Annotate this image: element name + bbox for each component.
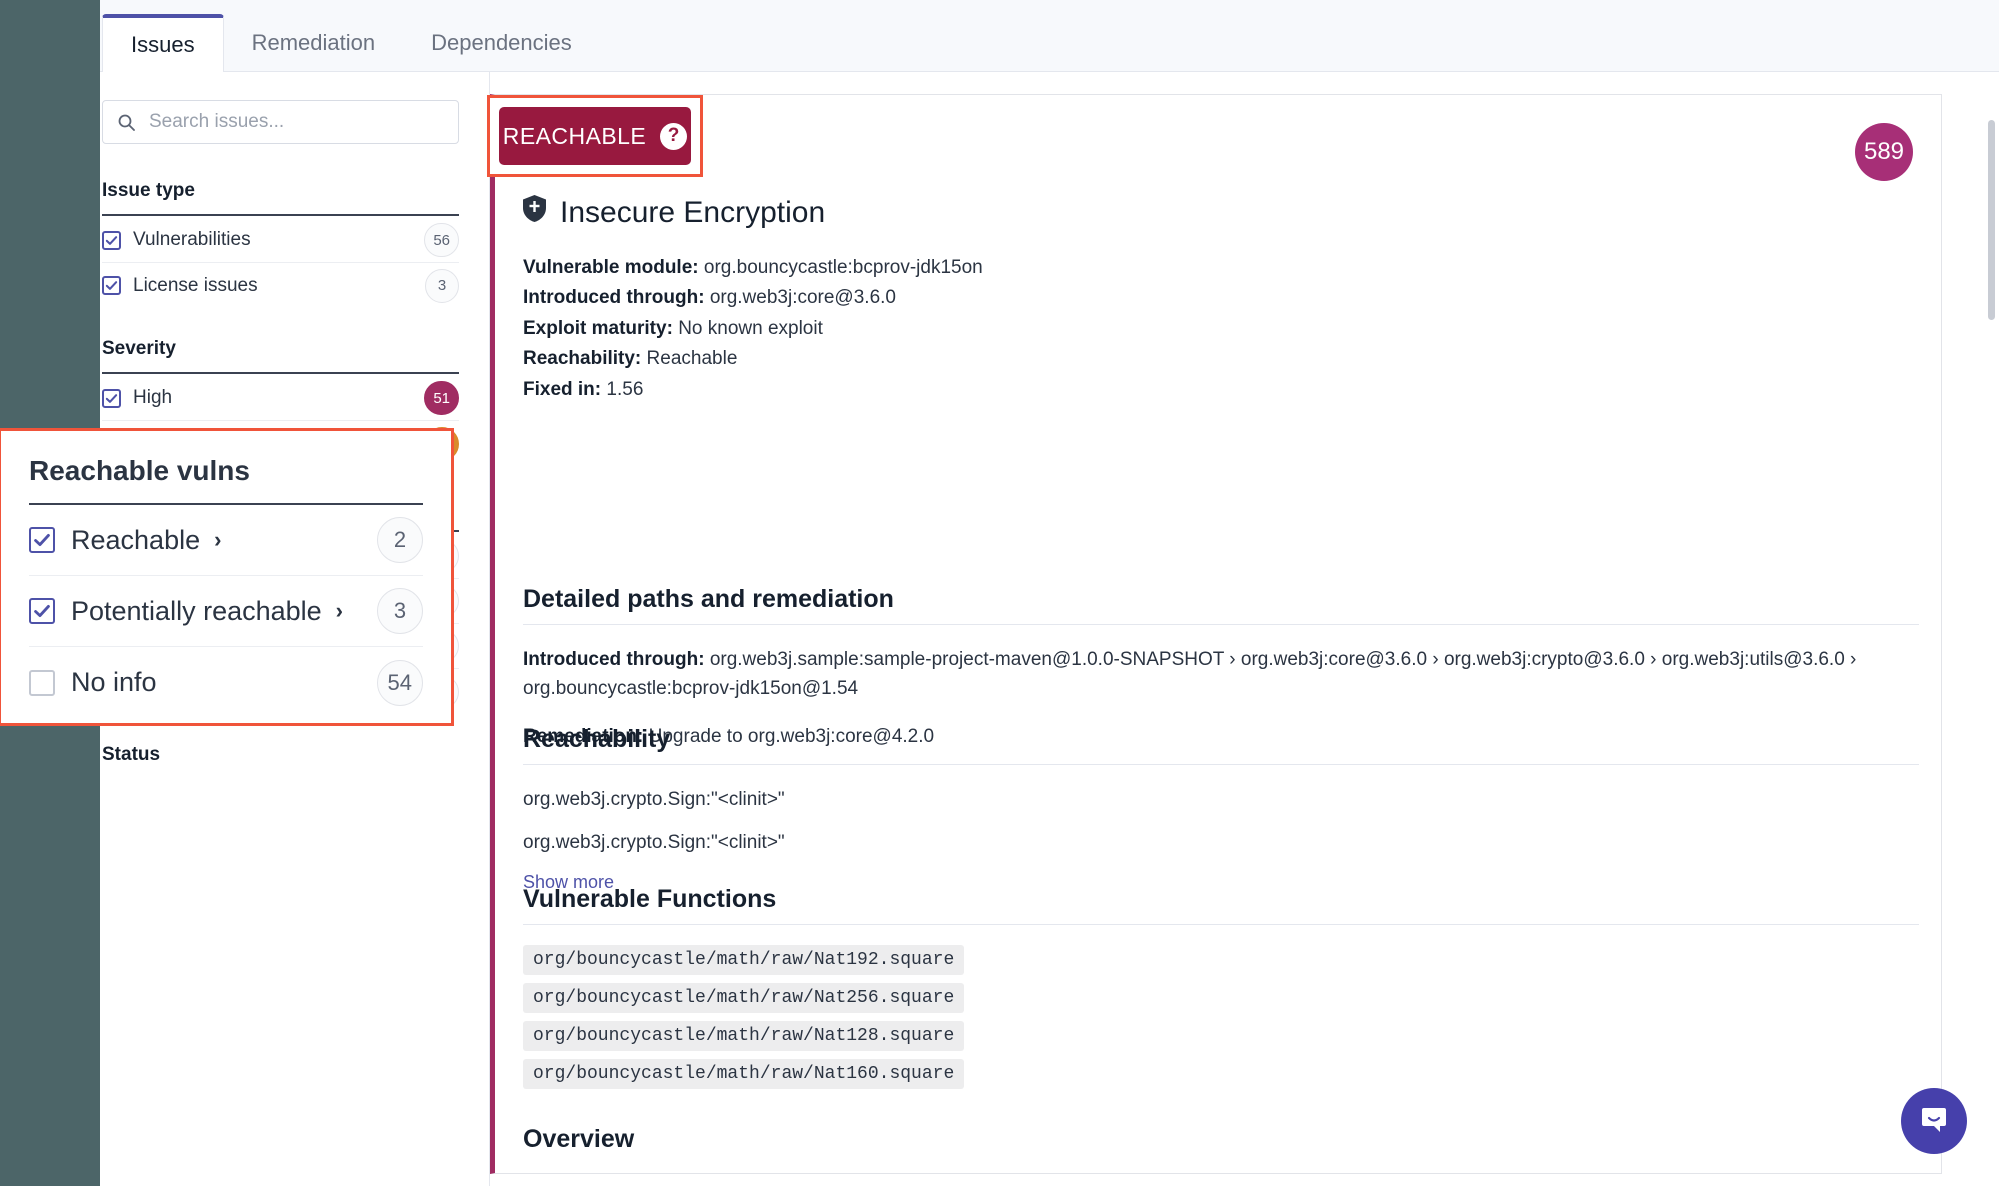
issue-meta-label: Reachability: (523, 348, 642, 370)
reachable-filter-label: No info (71, 667, 157, 697)
group-divider (102, 214, 459, 216)
filter-count-badge: 3 (425, 268, 459, 303)
search-input[interactable] (149, 111, 458, 133)
reachable-filter-label: Potentially reachable (71, 595, 322, 626)
vulnerable-function-code: org/bouncycastle/math/raw/Nat128.square (523, 1021, 965, 1051)
issue-card: HIGH SEVERITY 589 Insecure Encryption Vu… (490, 94, 1942, 1174)
vulnerable-function-code: org/bouncycastle/math/raw/Nat192.square (523, 945, 965, 975)
section-divider (523, 624, 1919, 625)
reachable-vulns-popup: Reachable vulns Reachable › 2 Potentially r… (0, 428, 454, 726)
tab-remediation[interactable]: Remediation (224, 14, 404, 72)
filter-group-title: Issue type (102, 180, 195, 201)
vulnerable-functions-section: Vulnerable Functions org/bouncycastle/ma… (523, 885, 1919, 1097)
filter-label: License issues (133, 274, 258, 296)
issue-meta-label: Fixed in: (523, 378, 602, 400)
introduced-through-label: Introduced through: (523, 649, 705, 670)
detailed-paths-heading: Detailed paths and remediation (523, 585, 894, 613)
filter-label: High (133, 387, 173, 408)
chevron-right-icon[interactable]: › (336, 598, 343, 624)
reachable-badge-label: REACHABLE (502, 122, 647, 149)
reachable-filter-row[interactable]: No info 54 (29, 647, 423, 718)
vulnerable-functions-heading: Vulnerable Functions (523, 885, 777, 913)
help-icon[interactable]: ? (660, 122, 688, 150)
page-scrollbar[interactable] (1988, 120, 1995, 320)
issue-meta-row: Vulnerable module: org.bouncycastle:bcpr… (523, 253, 983, 283)
issue-meta-row: Reachability: Reachable (523, 344, 983, 374)
reachable-pill-highlight: REACHABLE ? (487, 95, 703, 177)
vulnerable-function-row: org/bouncycastle/math/raw/Nat160.square (523, 1059, 1919, 1097)
reachable-count-badge: 54 (376, 659, 423, 706)
reachability-heading: Reachability (523, 725, 671, 753)
issue-meta-list: Vulnerable module: org.bouncycastle:bcpr… (523, 253, 983, 405)
page-title: Insecure Encryption (560, 195, 826, 229)
issue-meta-label: Vulnerable module: (523, 257, 699, 278)
chat-bubble-icon (1918, 1103, 1950, 1140)
issue-meta-row: Introduced through: org.web3j:core@3.6.0 (523, 283, 983, 313)
checkbox-vulnerabilities[interactable] (102, 230, 121, 250)
issue-detail-panel: HIGH SEVERITY 589 Insecure Encryption Vu… (490, 72, 1999, 1186)
shield-icon (523, 195, 546, 230)
filter-row[interactable]: High 51 (102, 376, 459, 421)
tab-issues[interactable]: Issues (102, 14, 224, 72)
search-issues-box[interactable] (102, 100, 459, 144)
checkbox-no-info[interactable] (29, 669, 55, 696)
checkbox-potentially-reachable[interactable] (29, 598, 55, 624)
issue-meta-value: Reachable (646, 348, 738, 370)
reachable-vulns-title: Reachable vulns (29, 455, 250, 486)
reachable-count-badge: 2 (377, 517, 423, 563)
filter-count-badge: 51 (424, 381, 459, 415)
status-group: Status (102, 744, 459, 766)
reachable-filter-row[interactable]: Reachable › 2 (29, 505, 423, 576)
filter-group-issue-type: Issue type Vulnerabilities 56 License issue… (102, 180, 459, 308)
reachability-section: Reachability org.web3j.crypto.Sign:"<cli… (523, 725, 1919, 893)
issue-meta-value: org.bouncycastle:bcprov-jdk15on (703, 257, 983, 278)
checkbox-reachable[interactable] (29, 527, 55, 553)
introduced-through-path: Introduced through: org.web3j.sample:sam… (523, 645, 1919, 704)
reachable-filter-label: Reachable (71, 524, 201, 555)
vulnerable-function-row: org/bouncycastle/math/raw/Nat192.square (523, 945, 1919, 983)
vulnerable-function-code: org/bouncycastle/math/raw/Nat160.square (523, 1059, 965, 1089)
introduced-through-value: org.web3j.sample:sample-project-maven@1.… (523, 649, 1857, 700)
tab-bar: Issues Remediation Dependencies (100, 0, 1999, 72)
issue-meta-value: org.web3j:core@3.6.0 (709, 287, 896, 309)
reachability-entry: org.web3j.crypto.Sign:"<clinit>" (523, 832, 785, 854)
reachable-count-badge: 3 (377, 588, 423, 634)
issue-meta-value: 1.56 (606, 378, 644, 400)
vulnerable-function-code: org/bouncycastle/math/raw/Nat256.square (523, 983, 965, 1013)
filter-row[interactable]: Vulnerabilities 56 (102, 218, 459, 263)
checkbox-license-issues[interactable] (102, 276, 121, 295)
group-divider (102, 372, 459, 374)
overview-heading: Overview (523, 1125, 635, 1153)
tab-dependencies[interactable]: Dependencies (403, 14, 600, 72)
chevron-right-icon[interactable]: › (214, 527, 221, 553)
overview-section: Overview (523, 1125, 1919, 1164)
issue-meta-value: No known exploit (678, 317, 823, 339)
reachability-entry: org.web3j.crypto.Sign:"<clinit>" (523, 789, 785, 810)
search-icon (103, 113, 149, 132)
checkbox-high[interactable] (102, 388, 121, 408)
chat-launcher-button[interactable] (1901, 1088, 1967, 1154)
section-divider (523, 764, 1919, 765)
reachable-badge[interactable]: REACHABLE ? (499, 107, 691, 165)
filter-count-badge: 56 (424, 223, 459, 257)
issue-meta-row: Exploit maturity: No known exploit (523, 314, 983, 344)
vulnerable-function-row: org/bouncycastle/math/raw/Nat256.square (523, 983, 1919, 1021)
priority-score-badge: 589 (1855, 123, 1913, 181)
issue-meta-row: Fixed in: 1.56 (523, 375, 983, 405)
filter-row[interactable]: License issues 3 (102, 263, 459, 308)
issue-meta-label: Introduced through: (523, 287, 705, 309)
issue-title-row: Insecure Encryption (523, 195, 825, 230)
reachable-filter-row[interactable]: Potentially reachable › 3 (29, 576, 423, 647)
status-group-title: Status (102, 744, 161, 765)
section-divider (523, 924, 1919, 925)
filter-group-title: Severity (102, 338, 176, 359)
issue-meta-label: Exploit maturity: (523, 317, 673, 339)
vulnerable-function-row: org/bouncycastle/math/raw/Nat128.square (523, 1021, 1919, 1059)
filter-label: Vulnerabilities (133, 229, 251, 250)
